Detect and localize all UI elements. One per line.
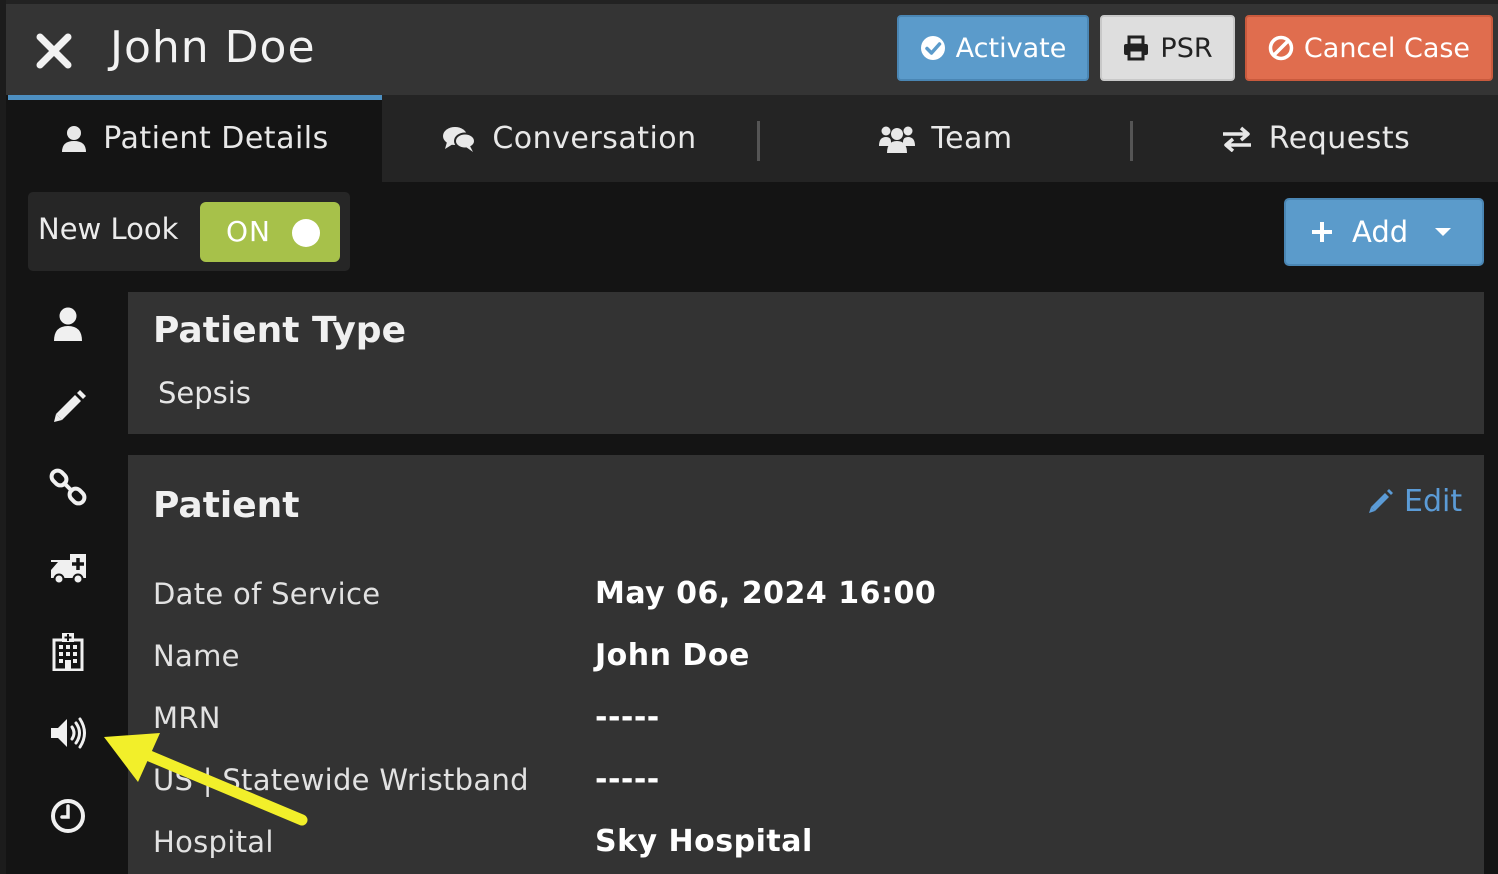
edit-patient-link[interactable]: Edit <box>1366 484 1462 519</box>
field-value-name: John Doe <box>595 638 750 673</box>
close-icon[interactable] <box>34 31 74 71</box>
ban-icon <box>1268 35 1294 61</box>
hospital-icon[interactable] <box>48 631 88 671</box>
toggle-state-label: ON <box>226 215 271 248</box>
field-label-wristband: US | Statewide Wristband <box>153 763 529 797</box>
activate-button[interactable]: Activate <box>897 15 1089 81</box>
psr-button[interactable]: PSR <box>1100 15 1235 81</box>
active-tab-indicator <box>8 95 382 100</box>
field-label-name: Name <box>153 639 240 673</box>
user-icon <box>62 125 87 152</box>
patient-type-title: Patient Type <box>153 310 406 351</box>
ambulance-icon[interactable] <box>48 548 88 588</box>
edit-link-label: Edit <box>1404 484 1463 519</box>
tab-label: Patient Details <box>103 121 329 156</box>
field-value-mrn: ----- <box>595 700 660 735</box>
tab-label: Conversation <box>492 121 697 156</box>
cancel-case-button-label: Cancel Case <box>1303 32 1471 64</box>
tab-team[interactable]: Team <box>760 95 1132 182</box>
add-button-label: Add <box>1352 215 1409 249</box>
check-circle-icon <box>920 36 945 60</box>
toggle-knob <box>292 219 320 247</box>
tab-patient-details[interactable]: Patient Details <box>8 95 382 182</box>
tab-conversation[interactable]: Conversation <box>382 95 757 182</box>
field-value-hospital: Sky Hospital <box>595 824 813 859</box>
patient-type-value: Sepsis <box>158 376 251 410</box>
user-icon[interactable] <box>48 304 88 344</box>
new-look-label: New Look <box>38 212 179 246</box>
cancel-case-button[interactable]: Cancel Case <box>1245 15 1493 81</box>
tab-label: Requests <box>1268 121 1411 156</box>
tab-requests[interactable]: Requests <box>1133 95 1498 182</box>
users-icon <box>879 126 916 153</box>
clock-icon[interactable] <box>48 796 88 836</box>
comments-icon <box>443 126 477 152</box>
exchange-icon <box>1222 126 1251 152</box>
field-label-mrn: MRN <box>153 701 221 735</box>
add-dropdown-button[interactable]: Add <box>1284 198 1484 266</box>
link-icon[interactable] <box>48 467 88 507</box>
plus-icon <box>1312 222 1332 242</box>
tab-label: Team <box>931 121 1013 156</box>
patient-section-title: Patient <box>153 485 300 526</box>
volume-icon[interactable] <box>48 713 88 753</box>
page-title: John Doe <box>110 22 316 73</box>
header-top-border <box>0 0 1498 4</box>
patient-panel <box>128 455 1484 874</box>
window-left-border <box>0 0 6 874</box>
field-value-date-of-service: May 06, 2024 16:00 <box>595 576 937 611</box>
pencil-icon[interactable] <box>48 386 88 426</box>
field-label-date-of-service: Date of Service <box>153 577 381 611</box>
activate-button-label: Activate <box>955 32 1067 64</box>
print-icon <box>1124 35 1149 61</box>
pencil-icon <box>1369 488 1393 513</box>
psr-button-label: PSR <box>1160 32 1213 64</box>
caret-down-icon <box>1435 228 1452 236</box>
field-label-hospital: Hospital <box>153 825 274 859</box>
field-value-wristband: ----- <box>595 762 660 797</box>
